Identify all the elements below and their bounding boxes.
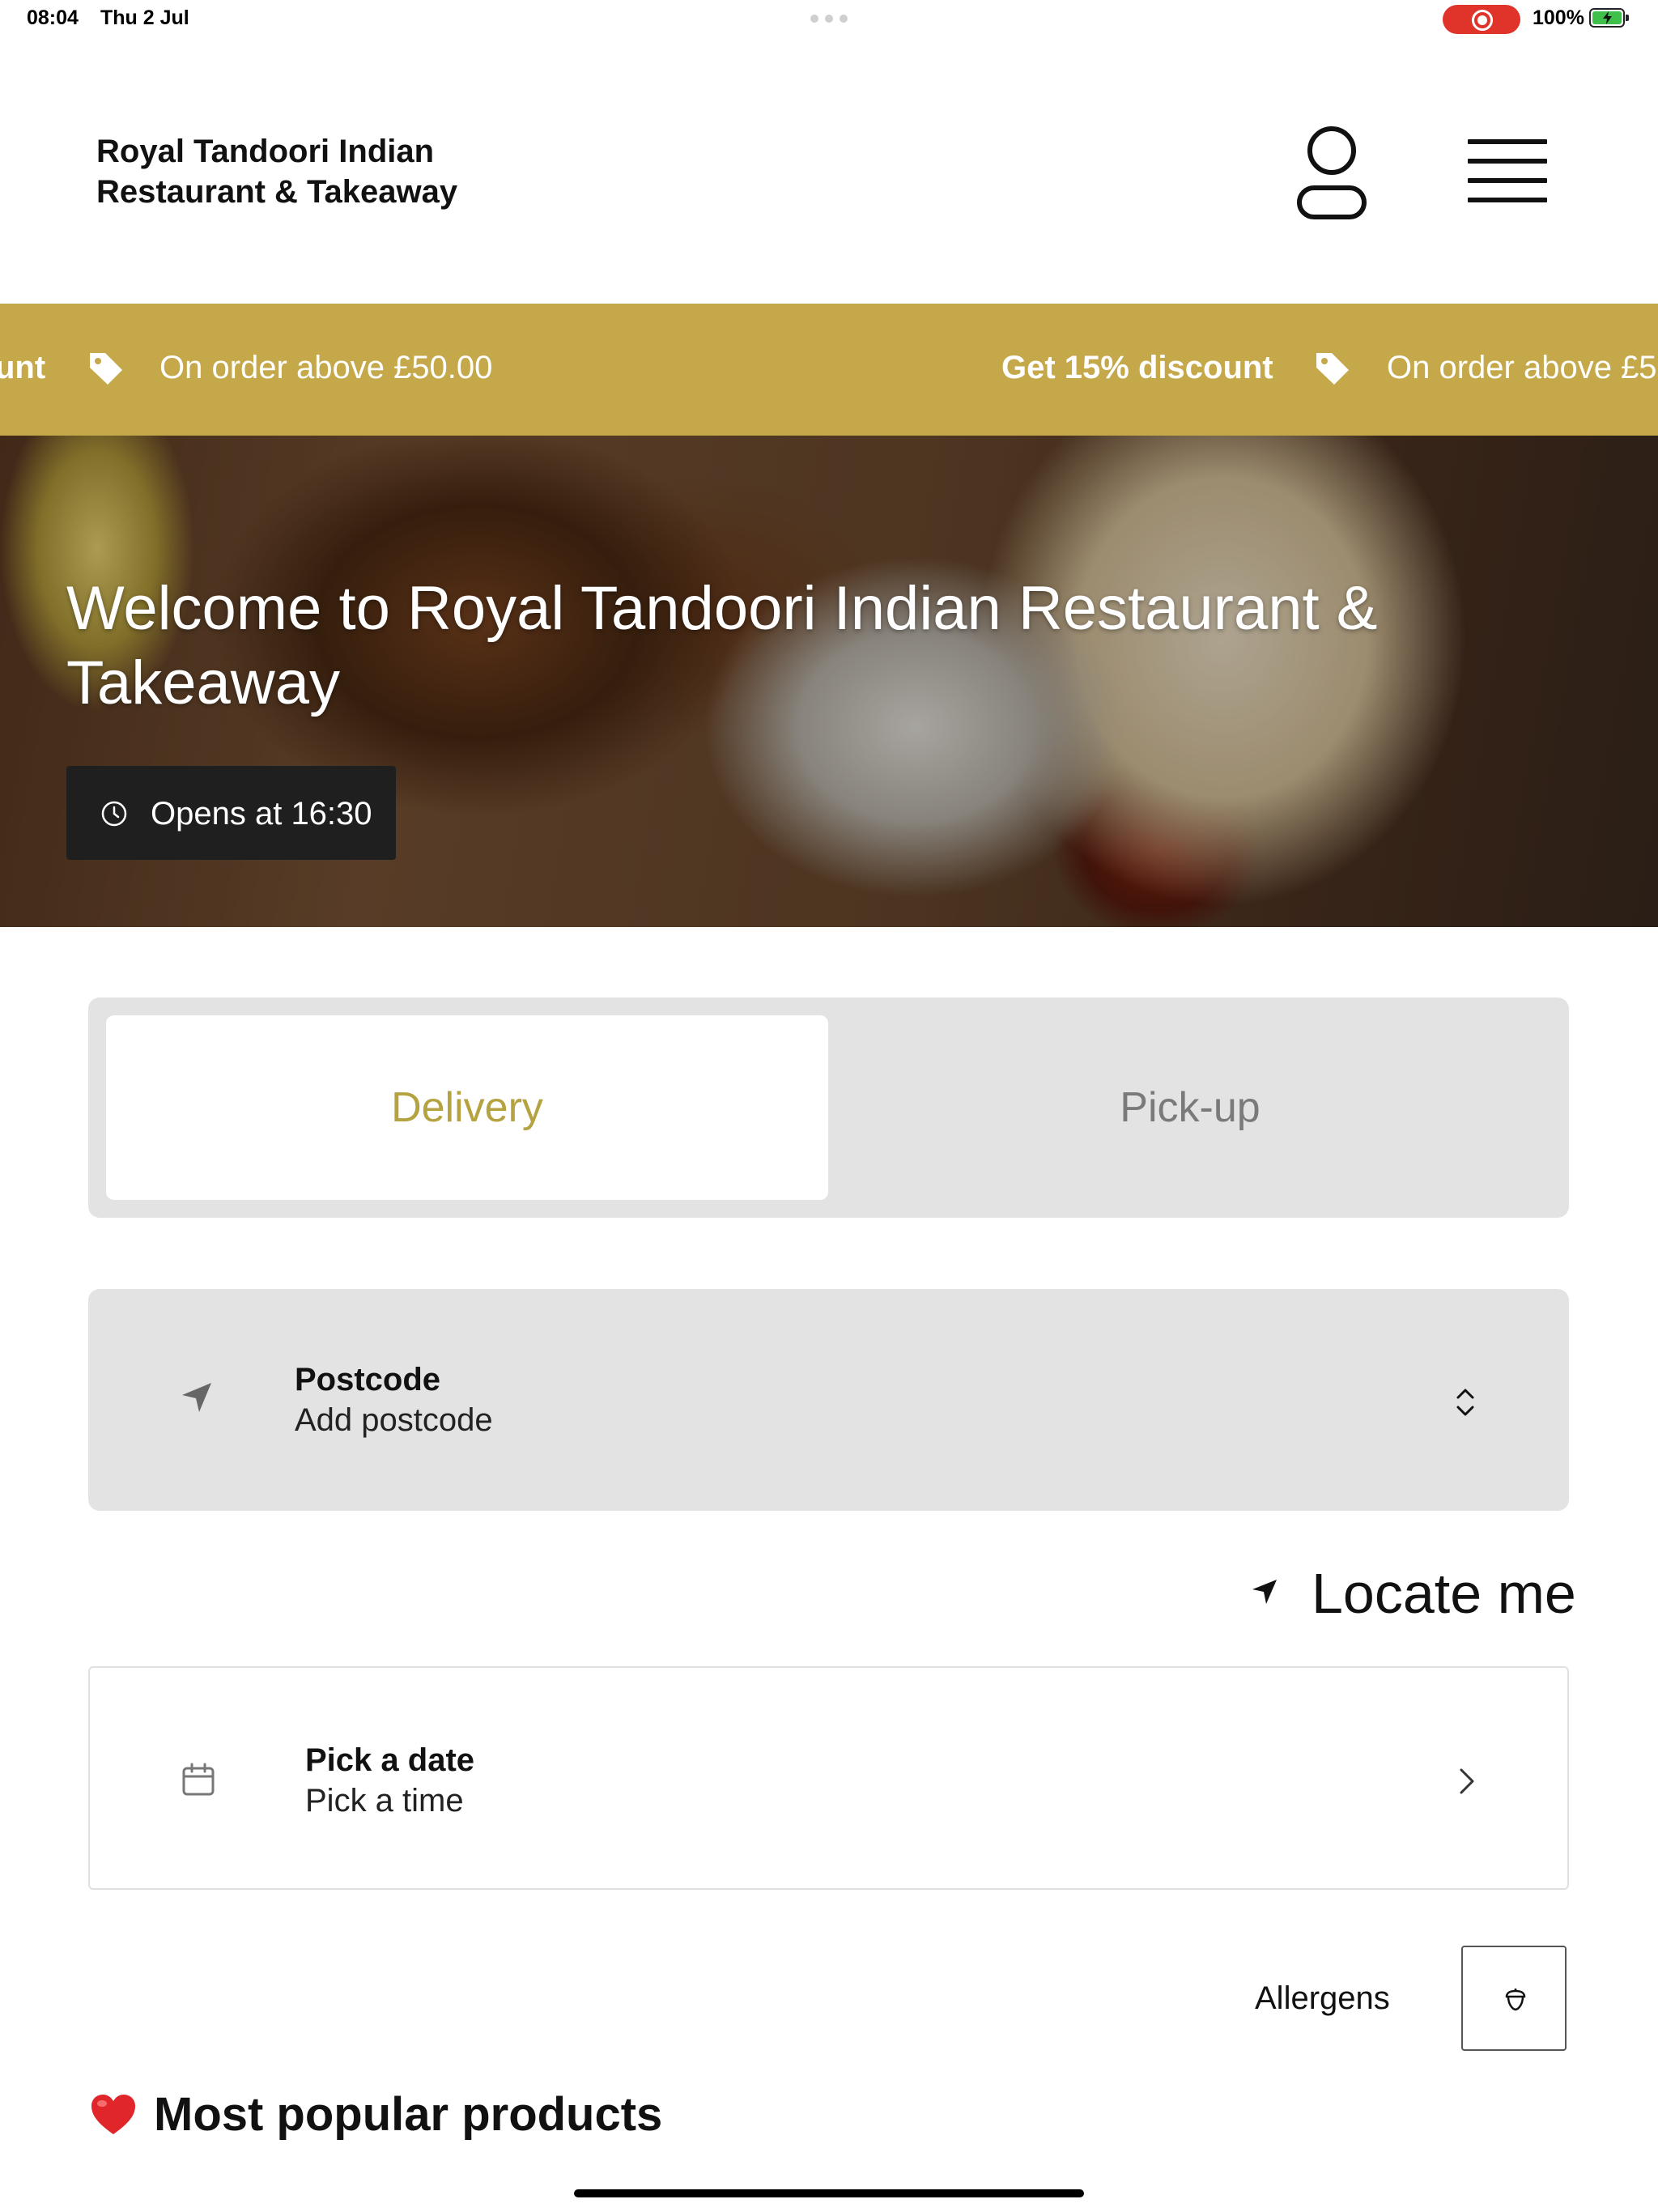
delivery-tab[interactable]: Delivery	[106, 1015, 828, 1200]
status-bar: 08:04 Thu 2 Jul 100%	[0, 0, 1658, 39]
battery-percentage: 100%	[1533, 6, 1584, 29]
multitasking-handle[interactable]	[810, 15, 848, 23]
locate-me-button[interactable]: Locate me	[1239, 1558, 1576, 1626]
date-time-picker[interactable]: Pick a date Pick a time	[88, 1666, 1569, 1890]
allergens-button[interactable]	[1461, 1946, 1567, 2051]
tag-icon	[90, 353, 122, 385]
chevron-up-down-icon	[1456, 1389, 1474, 1416]
heart-icon	[91, 2095, 135, 2134]
calendar-icon	[182, 1763, 215, 1796]
user-icon	[1297, 126, 1367, 219]
home-indicator[interactable]	[574, 2189, 1084, 2197]
promo-headline-2: Get 15% discount	[1001, 350, 1273, 385]
popular-products-title: Most popular products	[154, 2088, 663, 2141]
location-arrow-icon	[182, 1383, 211, 1412]
location-arrow-icon	[1252, 1580, 1277, 1604]
pickup-tab[interactable]: Pick-up	[829, 1015, 1551, 1200]
status-time: 08:04	[27, 6, 79, 29]
chevron-right-icon	[1460, 1768, 1474, 1794]
promo-detail-2: On order above £5	[1387, 350, 1657, 385]
locate-me-label: Locate me	[1312, 1562, 1576, 1625]
status-date: Thu 2 Jul	[100, 6, 189, 29]
popular-products-heading: Most popular products	[89, 2087, 662, 2142]
time-label: Pick a time	[305, 1783, 464, 1819]
opening-hours-badge: Opens at 16:30	[66, 766, 396, 860]
acorn-icon	[1505, 1989, 1526, 2011]
promo-headline-1: unt	[0, 350, 46, 385]
battery-icon	[1589, 8, 1629, 28]
restaurant-name[interactable]: Royal Tandoori Indian Restaurant & Takea…	[96, 131, 598, 212]
clock-icon	[101, 801, 127, 827]
account-button[interactable]	[1287, 121, 1376, 227]
date-label: Pick a date	[305, 1742, 475, 1778]
postcode-field[interactable]: Postcode Add postcode	[88, 1289, 1569, 1511]
tag-icon	[1316, 353, 1349, 385]
hero-title: Welcome to Royal Tandoori Indian Restaur…	[66, 574, 1378, 717]
postcode-input[interactable]: Add postcode	[295, 1401, 493, 1440]
postcode-label: Postcode	[295, 1362, 441, 1397]
screen-recording-indicator[interactable]	[1443, 5, 1520, 34]
promo-detail-1: On order above £50.00	[159, 350, 493, 385]
allergens-label: Allergens	[1255, 1980, 1390, 2016]
hamburger-menu-button[interactable]	[1465, 136, 1550, 207]
fulfilment-toggle: Delivery Pick-up	[88, 998, 1569, 1218]
promo-banner: unt On order above £50.00 Get 15% discou…	[0, 304, 1658, 436]
opening-hours-text: Opens at 16:30	[151, 796, 372, 832]
